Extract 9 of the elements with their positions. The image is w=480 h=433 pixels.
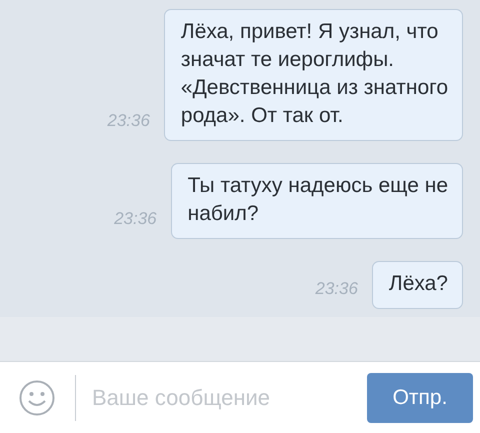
smiley-icon[interactable] <box>19 380 55 416</box>
message-bubble: Ты татуху надеюсь еще не набил? <box>170 163 463 239</box>
message-time: 23:36 <box>114 209 157 229</box>
message-input[interactable]: Ваше сообщение <box>90 384 367 412</box>
send-button[interactable]: Отпр. <box>367 372 473 422</box>
message-bubble: Лёха? <box>372 261 463 309</box>
message-time: 23:36 <box>107 111 150 131</box>
message-bubble: Лёха, привет! Я узнал, что значат те иероглифы. «Девственница из знатного рода». От так от. <box>164 9 463 141</box>
message-time: 23:36 <box>315 279 358 299</box>
